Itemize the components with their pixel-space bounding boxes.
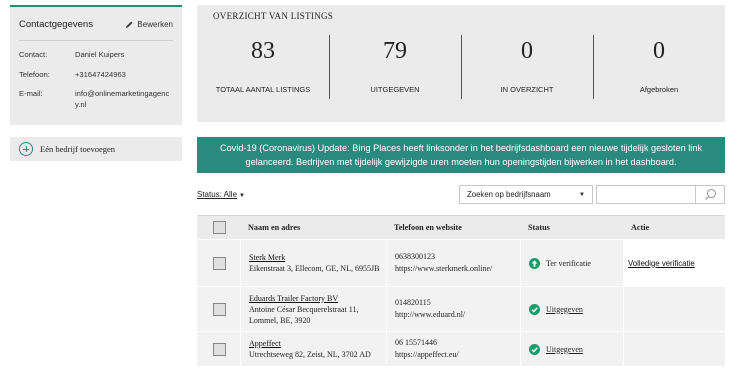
status-text: Ter verificatie: [546, 258, 591, 268]
status-link[interactable]: Uitgegeven: [546, 345, 583, 354]
add-business-label: Eén bedrijf toevoegen: [40, 144, 116, 154]
phone-label: Telefoon:: [19, 69, 50, 79]
search-button[interactable]: [696, 185, 725, 204]
contact-row-email: E-mail: info@onlinemarketingagency.nl: [19, 89, 173, 110]
plus-circle-icon: [19, 142, 33, 156]
phone-cell: 014820115 http://www.eduard.nl/: [386, 287, 520, 331]
stat-label: TOTAAL AANTAL LISTINGS: [215, 85, 311, 94]
contact-card: Contactgegevens Bewerken Contact: Daniel…: [10, 5, 182, 125]
stat-published: 79 UITGEGEVEN: [329, 35, 461, 111]
contact-details: Contact: Daniel Kuipers Telefoon: +31647…: [10, 41, 182, 110]
name-cell: Sterk Merk Eikenstraat 3, Ellecom, GE, N…: [240, 240, 386, 286]
stat-value: 0: [521, 38, 533, 64]
phone-cell: 06 15571446 https://appeffect.eu/: [386, 332, 520, 366]
action-cell: [623, 332, 725, 366]
stat-label: Afgebroken: [639, 85, 679, 94]
contact-row-phone: Telefoon: +31647424963: [19, 70, 173, 81]
name-cell: Eduards Trailer Factory BV Antoine César…: [240, 287, 386, 331]
status-filter-label: Status: Alle: [197, 190, 238, 199]
stat-label: UITGEGEVEN: [370, 85, 420, 94]
business-website: https://appeffect.eu/: [395, 350, 459, 359]
stat-value: 83: [251, 38, 275, 64]
header-phone: Telefoon en website: [394, 223, 462, 232]
email-value: info@onlinemarketingagency.nl: [75, 89, 170, 109]
contact-row-name: Contact: Daniel Kuipers: [19, 50, 173, 61]
business-phone: 014820115: [395, 298, 431, 307]
contact-label: Contact:: [19, 50, 48, 59]
phone-value: +31647424963: [75, 69, 126, 79]
email-label: E-mail:: [19, 89, 43, 98]
business-address: Antoine César Becquerelstraat 11, Lommel…: [249, 304, 359, 325]
table-row: Sterk Merk Eikenstraat 3, Ellecom, GE, N…: [197, 240, 725, 287]
status-cell: Uitgegeven: [520, 332, 623, 366]
business-address: Eikenstraat 3, Ellecom, GE, NL, 6955JB: [249, 264, 380, 273]
search-icon: [704, 188, 716, 200]
table-row: Eduards Trailer Factory BV Antoine César…: [197, 287, 725, 332]
name-cell: Appeffect Utrechtseweg 82, Zeist, NL, 37…: [240, 332, 386, 366]
business-phone: 0638300123: [395, 252, 435, 261]
row-checkbox[interactable]: [213, 256, 226, 270]
stat-in-review: 0 IN OVERZICHT: [461, 35, 593, 111]
overview-title: OVERZICHT VAN LISTINGS: [213, 11, 334, 21]
edit-contact-button[interactable]: Bewerken: [125, 20, 173, 29]
status-filter-dropdown[interactable]: Status: Alle ▼: [197, 190, 245, 199]
table-row: Appeffect Utrechtseweg 82, Zeist, NL, 37…: [197, 332, 725, 367]
business-website: http://www.eduard.nl/: [395, 310, 466, 319]
row-check-cell: [197, 332, 240, 366]
listings-table: Naam en adres Telefoon en website Status…: [197, 215, 725, 367]
search-type-select[interactable]: Zoeken op bedrijfsnaam ▼: [459, 185, 593, 204]
phone-cell: 0638300123 https://www.sterkmerk.online/: [386, 240, 520, 286]
status-cell: Uitgegeven: [520, 287, 623, 331]
covid-update-banner: Covid-19 (Coronavirus) Update: Bing Plac…: [197, 137, 725, 173]
caret-down-icon: ▼: [579, 191, 585, 198]
stat-label: IN OVERZICHT: [500, 85, 554, 94]
action-cell: Volledige verificatie: [623, 240, 725, 286]
stat-aborted: 0 Afgebroken: [593, 35, 725, 111]
header-check-cell: [197, 221, 240, 234]
stat-value: 0: [653, 38, 665, 64]
header-action: Actie: [631, 223, 650, 232]
stat-value: 79: [383, 38, 407, 64]
row-checkbox[interactable]: [213, 302, 226, 316]
row-checkbox[interactable]: [213, 342, 226, 356]
listings-overview: OVERZICHT VAN LISTINGS 83 TOTAAL AANTAL …: [197, 5, 725, 122]
contact-name-value: Daniel Kuipers: [75, 50, 125, 59]
add-business-button[interactable]: Eén bedrijf toevoegen: [10, 137, 182, 161]
status-link[interactable]: Uitgegeven: [546, 305, 583, 314]
business-name-link[interactable]: Eduards Trailer Factory BV: [249, 293, 386, 304]
stat-total: 83 TOTAAL AANTAL LISTINGS: [197, 35, 329, 111]
business-website: https://www.sterkmerk.online/: [395, 264, 493, 273]
check-circle-icon: [529, 343, 540, 355]
edit-contact-label: Bewerken: [137, 20, 173, 29]
search-type-value: Zoeken op bedrijfsnaam: [467, 190, 551, 199]
overview-stats: 83 TOTAAL AANTAL LISTINGS 79 UITGEGEVEN …: [197, 35, 725, 111]
business-name-link[interactable]: Appeffect: [249, 338, 371, 349]
contact-header: Contactgegevens Bewerken: [10, 7, 182, 30]
business-address: Utrechtseweg 82, Zeist, NL, 3702 AD: [249, 350, 371, 359]
table-header-row: Naam en adres Telefoon en website Status…: [197, 216, 725, 240]
check-circle-icon: [529, 303, 540, 315]
contact-title: Contactgegevens: [19, 19, 93, 30]
arrow-up-circle-icon: [529, 257, 540, 269]
caret-down-icon: ▼: [239, 193, 245, 199]
select-all-checkbox[interactable]: [213, 221, 226, 234]
search-input[interactable]: [596, 185, 696, 204]
status-cell: Ter verificatie: [520, 240, 623, 286]
header-name: Naam en adres: [248, 223, 301, 232]
business-phone: 06 15571446: [395, 338, 437, 347]
pencil-icon: [126, 21, 133, 29]
business-name-link[interactable]: Sterk Merk: [249, 252, 379, 263]
row-check-cell: [197, 287, 240, 331]
action-cell: [623, 287, 725, 331]
complete-verification-link[interactable]: Volledige verificatie: [624, 259, 695, 268]
header-status: Status: [528, 223, 550, 232]
row-check-cell: [197, 240, 240, 286]
